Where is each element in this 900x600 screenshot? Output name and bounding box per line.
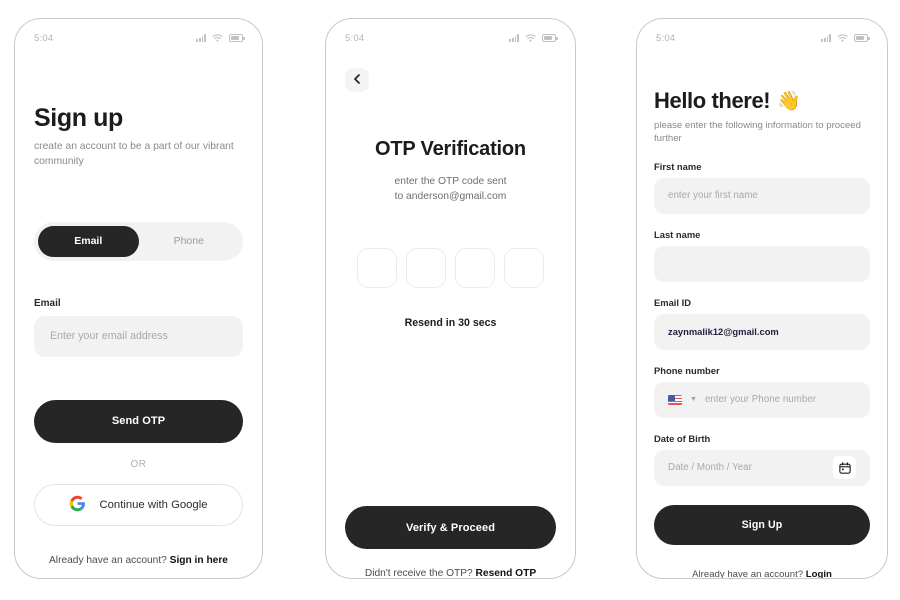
send-otp-button[interactable]: Send OTP: [34, 399, 243, 443]
status-time: 5:04: [656, 32, 676, 44]
toggle-option-phone[interactable]: Phone: [139, 226, 240, 257]
otp-input-group: [345, 247, 556, 288]
email-input[interactable]: Enter your email address: [34, 315, 243, 357]
login-footer: Already have an account? Login: [654, 568, 870, 579]
last-name-input[interactable]: [654, 245, 870, 282]
date-of-birth-placeholder: Date / Month / Year: [668, 462, 752, 474]
signup-screen: Sign up create an account to be a part o…: [15, 104, 262, 578]
otp-screen: OTP Verification enter the OTP code sent…: [326, 68, 575, 579]
status-bar: 5:04: [326, 19, 575, 51]
signal-icon: [821, 34, 831, 42]
date-of-birth-input[interactable]: Date / Month / Year: [654, 449, 870, 486]
mockup-stage: 5:04 Sign up create an account to be a p…: [0, 0, 900, 600]
status-bar: 5:04: [15, 19, 262, 51]
status-icons: [509, 34, 558, 42]
calendar-icon[interactable]: [833, 456, 856, 480]
status-icons: [196, 34, 245, 42]
otp-digit-input[interactable]: [406, 247, 446, 288]
verify-proceed-button[interactable]: Verify & Proceed: [345, 506, 556, 549]
first-name-label: First name: [654, 160, 702, 172]
resend-footer-text: Didn't receive the OTP?: [364, 568, 476, 579]
otp-subtitle-line2: to anderson@gmail.com: [394, 191, 507, 203]
otp-page-subtitle: enter the OTP code sent to anderson@gmai…: [345, 174, 556, 205]
phone-frame-signup: 5:04 Sign up create an account to be a p…: [14, 18, 263, 579]
toggle-option-email[interactable]: Email: [38, 225, 139, 257]
page-title-text: Hello there!: [654, 88, 771, 113]
or-divider: OR: [130, 458, 147, 470]
google-icon: [69, 495, 86, 515]
otp-digit-input[interactable]: [504, 247, 544, 288]
us-flag-icon: [668, 394, 682, 405]
phone-number-block: Phone number ▼ enter your Phone number: [654, 365, 870, 418]
page-subtitle: create an account to be a part of our vi…: [34, 141, 234, 167]
date-of-birth-label: Date of Birth: [654, 432, 711, 444]
signal-icon: [509, 34, 519, 42]
last-name-block: Last name: [654, 229, 870, 282]
otp-digit-input[interactable]: [357, 247, 397, 288]
details-screen: Hello there! 👋 please enter the followin…: [637, 88, 887, 579]
email-id-label: Email ID: [654, 296, 691, 308]
resend-timer-text: Resend in 30 secs: [404, 316, 497, 329]
signin-link[interactable]: Sign in here: [170, 555, 228, 566]
battery-icon: [854, 34, 870, 42]
email-field-block: Email Enter your email address: [34, 298, 243, 357]
waving-hand-icon: 👋: [777, 91, 801, 112]
signin-footer: Already have an account? Sign in here: [34, 555, 243, 566]
google-button-label: Continue with Google: [99, 498, 208, 511]
signal-icon: [196, 34, 206, 42]
phone-number-placeholder: enter your Phone number: [704, 394, 817, 406]
status-bar: 5:04: [637, 19, 887, 51]
login-link[interactable]: Login: [806, 569, 832, 578]
battery-icon: [229, 34, 245, 42]
wifi-icon: [837, 34, 848, 42]
status-time: 5:04: [345, 32, 365, 44]
first-name-input[interactable]: enter your first name: [654, 177, 870, 214]
email-id-input[interactable]: zaynmalik12@gmail.com: [654, 313, 870, 350]
battery-icon: [542, 34, 558, 42]
email-id-block: Email ID zaynmalik12@gmail.com: [654, 297, 870, 350]
wifi-icon: [525, 34, 536, 42]
page-title: Sign up: [34, 104, 123, 132]
wifi-icon: [212, 34, 223, 42]
signin-footer-text: Already have an account?: [49, 554, 170, 566]
signup-button[interactable]: Sign Up: [654, 504, 870, 545]
date-of-birth-block: Date of Birth Date / Month / Year: [654, 433, 870, 486]
email-field-label: Email: [34, 297, 61, 309]
otp-digit-input[interactable]: [455, 247, 495, 288]
status-icons: [821, 34, 870, 42]
resend-otp-link[interactable]: Resend OTP: [476, 568, 537, 578]
phone-number-input[interactable]: ▼ enter your Phone number: [654, 381, 870, 418]
chevron-left-icon: [353, 71, 361, 89]
page-title: Hello there! 👋: [654, 88, 870, 114]
chevron-down-icon[interactable]: ▼: [690, 396, 697, 403]
back-button[interactable]: [345, 68, 369, 92]
phone-frame-otp: 5:04 OTP Verification enter the OTP code…: [325, 18, 576, 579]
phone-number-label: Phone number: [654, 364, 720, 376]
last-name-label: Last name: [654, 228, 701, 240]
resend-footer: Didn't receive the OTP? Resend OTP: [345, 568, 556, 579]
method-toggle[interactable]: Email Phone: [34, 221, 243, 261]
login-footer-text: Already have an account?: [692, 568, 806, 579]
continue-with-google-button[interactable]: Continue with Google: [34, 483, 243, 526]
otp-subtitle-line1: enter the OTP code sent: [394, 176, 507, 187]
phone-frame-details: 5:04 Hello there! 👋 please enter the fol…: [636, 18, 888, 579]
status-time: 5:04: [34, 32, 54, 44]
otp-page-title: OTP Verification: [375, 138, 526, 160]
page-subtitle: please enter the following information t…: [654, 120, 861, 145]
first-name-block: First name enter your first name: [654, 161, 870, 214]
